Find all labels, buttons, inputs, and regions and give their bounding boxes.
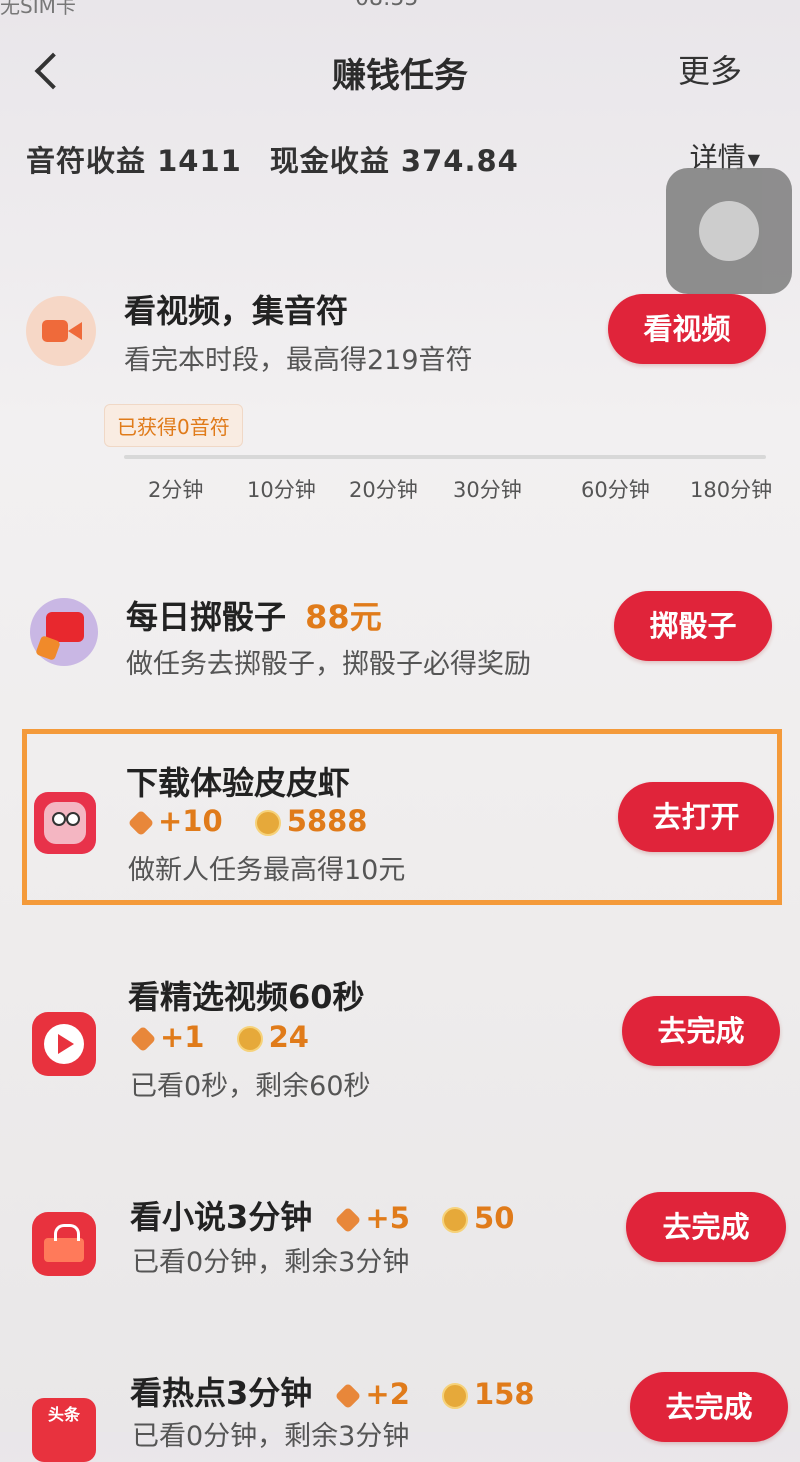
dice-reward: +2 (365, 1377, 410, 1411)
progress-tick: 180分钟 (690, 478, 773, 502)
complete-task-button[interactable]: 去完成 (626, 1192, 786, 1262)
pipixia-task-title: 下载体验皮皮虾 (126, 764, 351, 802)
progress-tick: 60分钟 (581, 478, 650, 502)
headline-icon: 头条 (32, 1398, 96, 1462)
novel-task-title: 看小说3分钟 +5 50 (130, 1192, 536, 1238)
floating-assistive-button[interactable] (666, 168, 792, 294)
music-note-coin-icon (442, 1383, 469, 1409)
pipixia-task-subtitle: 做新人任务最高得10元 (128, 855, 406, 886)
note-reward: 5888 (286, 804, 368, 838)
dice-reward-icon (129, 1025, 157, 1053)
dice-task-title: 每日掷骰子 88元 (126, 592, 382, 638)
progress-tick: 30分钟 (453, 478, 522, 502)
novel-task-name: 看小说3分钟 (130, 1198, 313, 1236)
more-button[interactable]: 更多 (678, 46, 742, 92)
watch-video-button[interactable]: 看视频 (608, 294, 766, 364)
music-note-coin-icon (442, 1207, 469, 1233)
dice-reward: +5 (365, 1201, 410, 1235)
status-time: 08:55 (355, 0, 418, 11)
dice-task-amount: 88元 (305, 598, 382, 636)
dice-reward-icon (335, 1206, 362, 1234)
earned-notes-badge: 已获得0音符 (104, 404, 243, 447)
roll-dice-button[interactable]: 掷骰子 (614, 591, 772, 661)
featured-video-task-subtitle: 已看0秒，剩余60秒 (130, 1071, 371, 1102)
music-note-coin-icon (236, 1026, 263, 1052)
dice-reward-icon (127, 809, 155, 837)
progress-tick: 10分钟 (247, 478, 316, 502)
music-note-coin-icon (254, 810, 281, 836)
dice-reward: +1 (160, 1020, 205, 1054)
featured-video-rewards: +1 24 (129, 1020, 331, 1054)
note-income: 音符收益 1411 (26, 144, 242, 178)
complete-task-button[interactable]: 去完成 (622, 996, 780, 1066)
progress-tick: 2分钟 (148, 478, 204, 502)
video-task-subtitle: 看完本时段，最高得219音符 (124, 345, 473, 376)
note-reward: 158 (474, 1377, 535, 1411)
open-app-button[interactable]: 去打开 (618, 782, 774, 852)
pipixia-rewards: +10 5888 (127, 804, 389, 838)
hot-topics-task-subtitle: 已看0分钟，剩余3分钟 (132, 1421, 410, 1452)
video-task-title: 看视频，集音符 (124, 292, 349, 330)
caret-down-icon: ▼ (747, 149, 760, 169)
featured-video-task-title: 看精选视频60秒 (128, 978, 365, 1016)
video-camera-icon (26, 296, 96, 366)
dice-task-subtitle: 做任务去掷骰子，掷骰子必得奖励 (126, 649, 531, 680)
progress-tick: 20分钟 (349, 478, 418, 502)
cash-income: 现金收益 374.84 (269, 144, 519, 178)
video-play-icon (32, 1012, 96, 1076)
hot-topics-task-name: 看热点3分钟 (130, 1374, 313, 1412)
dice-reward: +10 (158, 804, 223, 838)
dice-task-name: 每日掷骰子 (126, 598, 287, 636)
dice-cup-icon (30, 598, 98, 666)
dice-reward-icon (335, 1382, 362, 1410)
novel-icon (32, 1212, 96, 1276)
video-progress-track (124, 455, 766, 459)
income-stats: 音符收益 1411 现金收益 374.84 (26, 138, 547, 180)
note-reward: 24 (268, 1020, 309, 1054)
note-reward: 50 (474, 1201, 515, 1235)
pipixia-app-icon (34, 792, 96, 854)
status-carrier: 无SIM卡 (0, 0, 76, 18)
hot-topics-task-title: 看热点3分钟 +2 158 (130, 1368, 557, 1414)
novel-task-subtitle: 已看0分钟，剩余3分钟 (132, 1247, 410, 1278)
